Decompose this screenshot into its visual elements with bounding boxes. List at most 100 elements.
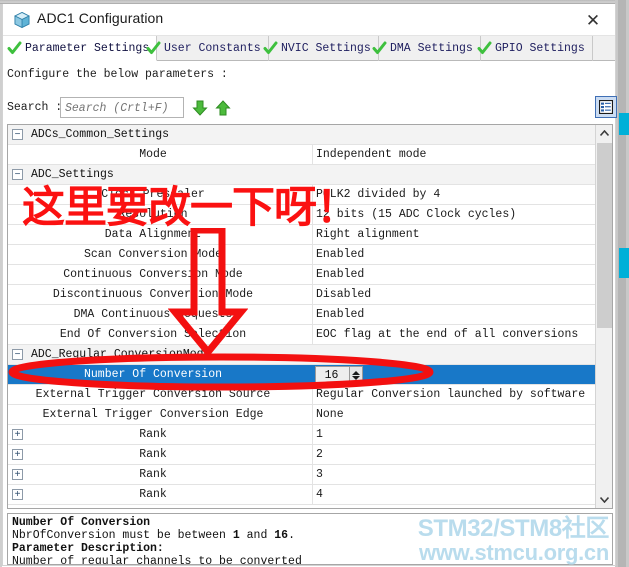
spinner-value: 16 xyxy=(324,368,339,382)
param-label: Rank xyxy=(139,468,167,481)
param-label: Clock Prescaler xyxy=(101,188,205,201)
table-row[interactable]: Mode Independent mode xyxy=(8,145,596,165)
column-divider xyxy=(312,305,313,324)
table-row[interactable]: + Rank 1 xyxy=(8,425,596,445)
tab-user-constants[interactable]: User Constants xyxy=(142,36,269,61)
param-label: Rank xyxy=(139,488,167,501)
param-label: Rank xyxy=(139,428,167,441)
arrow-down-icon[interactable] xyxy=(191,99,209,117)
param-value: 2 xyxy=(316,448,323,461)
param-label: Discontinuous Conversion Mode xyxy=(52,288,254,301)
column-divider xyxy=(312,365,313,384)
table-row[interactable]: DMA Continuous Requests Enabled xyxy=(8,305,596,325)
chevron-down-icon[interactable] xyxy=(596,491,612,508)
param-label: Scan Conversion Mode xyxy=(83,248,223,261)
tab-bar: Parameter Settings User Constants NVIC S… xyxy=(3,36,615,61)
table-row-selected[interactable]: Number Of Conversion 16 xyxy=(8,365,596,385)
tab-label: User Constants xyxy=(164,42,261,55)
column-divider xyxy=(312,285,313,304)
collapse-icon[interactable]: − xyxy=(12,169,23,180)
param-label: Number Of Conversion xyxy=(83,368,223,381)
param-value: 4 xyxy=(316,488,323,501)
column-divider xyxy=(312,405,313,424)
param-value: PCLK2 divided by 4 xyxy=(316,188,441,201)
tree-scrollbar[interactable] xyxy=(595,125,612,508)
table-row[interactable]: External Trigger Conversion Edge None xyxy=(8,405,596,425)
table-row[interactable]: External Trigger Conversion Source Regul… xyxy=(8,385,596,405)
spinner-down-icon[interactable] xyxy=(352,375,360,380)
param-value: Disabled xyxy=(316,288,372,301)
column-divider xyxy=(312,445,313,464)
tab-parameter-settings[interactable]: Parameter Settings xyxy=(3,36,158,61)
tab-label: DMA Settings xyxy=(390,42,473,55)
table-row[interactable]: End Of Conversion Selection EOC flag at … xyxy=(8,325,596,345)
constraint-max: 16 xyxy=(274,529,289,542)
cube-icon xyxy=(13,11,31,29)
table-row[interactable]: Scan Conversion Mode Enabled xyxy=(8,245,596,265)
table-row[interactable]: + Rank 4 xyxy=(8,485,596,505)
tab-gpio-settings[interactable]: GPIO Settings xyxy=(473,36,593,61)
param-label: Mode xyxy=(139,148,167,161)
collapse-icon[interactable]: − xyxy=(12,349,23,360)
param-label: DMA Continuous Requests xyxy=(73,308,233,321)
param-description-text: Number of regular channels to be convert… xyxy=(12,555,302,565)
quantity-stepper[interactable]: 16 xyxy=(315,366,363,384)
background-window-accent-bottom xyxy=(619,248,629,278)
column-divider xyxy=(312,185,313,204)
search-input-wrapper[interactable] xyxy=(60,97,184,118)
column-divider xyxy=(312,245,313,264)
spinner-buttons[interactable] xyxy=(349,367,362,383)
search-input[interactable] xyxy=(61,99,183,118)
param-description-label: Parameter Description: xyxy=(12,542,164,555)
background-window-accent-top xyxy=(619,113,629,135)
table-row[interactable]: Resolution 12 bits (15 ADC Clock cycles) xyxy=(8,205,596,225)
table-row[interactable]: Clock Prescaler PCLK2 divided by 4 xyxy=(8,185,596,205)
tree-group-row[interactable]: − ADCs_Common_Settings xyxy=(8,125,596,145)
green-check-icon xyxy=(477,41,492,56)
column-divider xyxy=(312,385,313,404)
param-label: External Trigger Conversion Source xyxy=(35,388,271,401)
param-value: Enabled xyxy=(316,268,365,281)
arrow-up-icon[interactable] xyxy=(214,99,232,117)
window-title: ADC1 Configuration xyxy=(37,10,164,26)
tab-label: NVIC Settings xyxy=(281,42,371,55)
column-divider xyxy=(312,225,313,244)
table-row[interactable]: Data Alignment Right alignment xyxy=(8,225,596,245)
param-value: 1 xyxy=(316,428,323,441)
param-label: Data Alignment xyxy=(104,228,202,241)
chevron-up-icon[interactable] xyxy=(596,125,612,142)
param-value: 3 xyxy=(316,468,323,481)
table-row[interactable]: Discontinuous Conversion Mode Disabled xyxy=(8,285,596,305)
search-label: Search : xyxy=(7,101,63,114)
green-check-icon xyxy=(146,41,161,56)
screenshot-root: ADC1 Configuration ✕ Parameter Settings … xyxy=(0,0,629,567)
constraint-prefix: NbrOfConversion must be between xyxy=(12,529,233,542)
collapse-icon[interactable]: − xyxy=(12,129,23,140)
column-divider xyxy=(312,465,313,484)
constraint-suffix: . xyxy=(288,529,295,542)
background-window-edge xyxy=(615,0,629,567)
column-divider xyxy=(312,265,313,284)
title-bar: ADC1 Configuration ✕ xyxy=(3,4,615,36)
param-value: EOC flag at the end of all conversions xyxy=(316,328,579,341)
column-divider xyxy=(312,145,313,164)
table-row[interactable]: Continuous Conversion Mode Enabled xyxy=(8,265,596,285)
param-value: Enabled xyxy=(316,308,365,321)
green-check-icon xyxy=(372,41,387,56)
tab-dma-settings[interactable]: DMA Settings xyxy=(368,36,481,61)
tree-group-row[interactable]: − ADC_Settings xyxy=(8,165,596,185)
parameter-tree-panel[interactable]: − ADCs_Common_Settings Mode Independent … xyxy=(7,124,613,509)
list-view-icon[interactable] xyxy=(595,96,617,118)
param-value: Right alignment xyxy=(316,228,420,241)
column-divider xyxy=(312,205,313,224)
constraint-min: 1 xyxy=(232,529,240,542)
param-label: End Of Conversion Selection xyxy=(59,328,247,341)
scrollbar-thumb[interactable] xyxy=(597,143,612,328)
param-value: 12 bits (15 ADC Clock cycles) xyxy=(316,208,517,221)
close-icon[interactable]: ✕ xyxy=(579,8,607,32)
tree-group-row[interactable]: − ADC_Regular_ConversionMode xyxy=(8,345,596,365)
tab-nvic-settings[interactable]: NVIC Settings xyxy=(259,36,379,61)
spinner-up-icon[interactable] xyxy=(352,370,360,375)
table-row[interactable]: + Rank 3 xyxy=(8,465,596,485)
table-row[interactable]: + Rank 2 xyxy=(8,445,596,465)
